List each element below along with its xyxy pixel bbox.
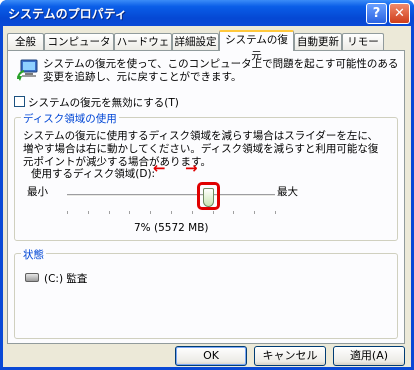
slider-tick (67, 211, 68, 214)
tab-system-restore[interactable]: システムの復元 (219, 30, 294, 62)
tab-remote[interactable]: リモート (342, 33, 384, 64)
status-group: 状態 (C:) 監査 (14, 247, 398, 339)
intro-text: システムの復元を使って、このコンピュータ上で問題を起こす可能性のある変更を追跡し… (43, 58, 399, 83)
drive-status-text[interactable]: (C:) 監査 (44, 271, 87, 286)
disk-usage-description: システムの復元に使用するディスク領域を減らす場合はスライダーを左に、増やす場合は… (23, 130, 379, 168)
slider-tick (191, 211, 193, 214)
tab-general[interactable]: 全般 (7, 33, 44, 50)
ok-button[interactable]: OK (175, 346, 247, 366)
slider-tick (150, 211, 152, 214)
cancel-button[interactable]: キャンセル (254, 346, 326, 366)
disk-usage-group-title: ディスク領域の使用 (21, 111, 119, 126)
system-restore-panel: システムの復元を使って、このコンピュータ上で問題を起こす可能性のある変更を追跡し… (7, 50, 405, 344)
slider-tick (254, 211, 256, 214)
close-button[interactable]: ✕ (389, 3, 410, 24)
system-restore-icon (17, 59, 38, 81)
disable-restore-checkbox[interactable] (14, 96, 25, 107)
slider-tick (87, 211, 89, 214)
slider-tick (212, 211, 214, 214)
apply-button[interactable]: 適用(A) (333, 346, 405, 366)
dialog-body: 全般 コンピュータ名 ハードウェア 詳細設定 システムの復元 自動更新 リモート… (3, 26, 411, 367)
tab-advanced[interactable]: 詳細設定 (172, 33, 219, 50)
title-bar[interactable]: システムのプロパティ ? ✕ (0, 0, 414, 26)
disk-usage-slider[interactable] (67, 194, 275, 197)
hard-drive-icon (25, 273, 39, 282)
tab-hardware[interactable]: ハードウェア (114, 33, 172, 64)
slider-tick (233, 211, 235, 214)
help-button[interactable]: ? (366, 3, 387, 24)
disk-usage-group: ディスク領域の使用 システムの復元に使用するディスク領域を減らす場合はスライダー… (14, 111, 398, 241)
slider-thumb-highlight (196, 182, 220, 210)
disk-usage-value: 7% (5572 MB) (134, 222, 209, 234)
status-group-title: 状態 (21, 247, 46, 262)
tab-computer-name[interactable]: コンピュータ名 (44, 33, 114, 64)
tab-automatic-updates[interactable]: 自動更新 (294, 33, 342, 50)
window-title: システムのプロパティ (8, 7, 127, 21)
disable-restore-label: システムの復元を無効にする(T) (28, 97, 179, 109)
slider-tick (275, 211, 276, 214)
slider-tick (129, 211, 131, 214)
slider-tick (171, 211, 172, 214)
right-arrow-annotation: → (185, 159, 198, 177)
disk-usage-label: 使用するディスク領域(D): (31, 168, 156, 180)
slider-max-label: 最大 (277, 186, 298, 198)
slider-min-label: 最小 (27, 186, 48, 198)
slider-tick (108, 211, 110, 214)
system-properties-window: システムのプロパティ ? ✕ 全般 コンピュータ名 ハードウェア 詳細設定 シス… (0, 0, 414, 370)
